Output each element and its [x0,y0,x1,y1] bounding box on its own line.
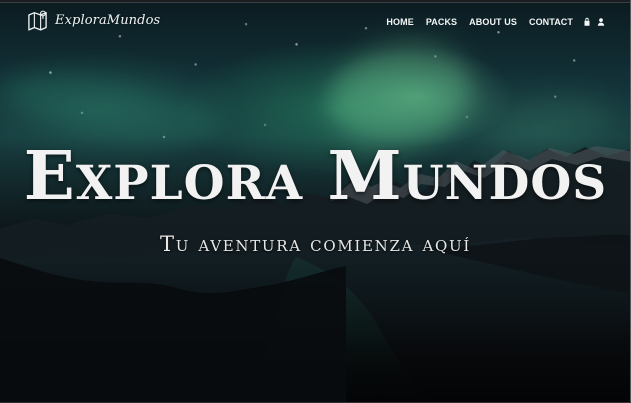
main-nav: HOME PACKS ABOUT US CONTACT [386,12,606,32]
nav-icon-group [582,17,606,28]
nav-packs-link[interactable]: PACKS [426,12,457,32]
top-navigation: ExploraMundos HOME PACKS ABOUT US CONTAC… [0,0,631,42]
brand-logo-link[interactable]: ExploraMundos [25,8,160,33]
landing-page: ExploraMundos HOME PACKS ABOUT US CONTAC… [0,0,631,403]
map-icon [28,10,47,31]
hero-subtitle: Tu aventura comienza aquí [159,232,472,256]
brand-name: ExploraMundos [55,13,161,28]
nav-contact-link[interactable]: CONTACT [529,12,573,32]
hero-title: Explora Mundos [23,136,608,215]
window-top-border [0,0,631,3]
nav-about-us-link[interactable]: ABOUT US [469,12,517,32]
hero-section: Explora Mundos Tu aventura comienza aquí [0,0,631,403]
user-icon[interactable] [596,17,606,28]
shopping-bag-icon[interactable] [582,17,592,28]
nav-home-link[interactable]: HOME [386,12,413,32]
